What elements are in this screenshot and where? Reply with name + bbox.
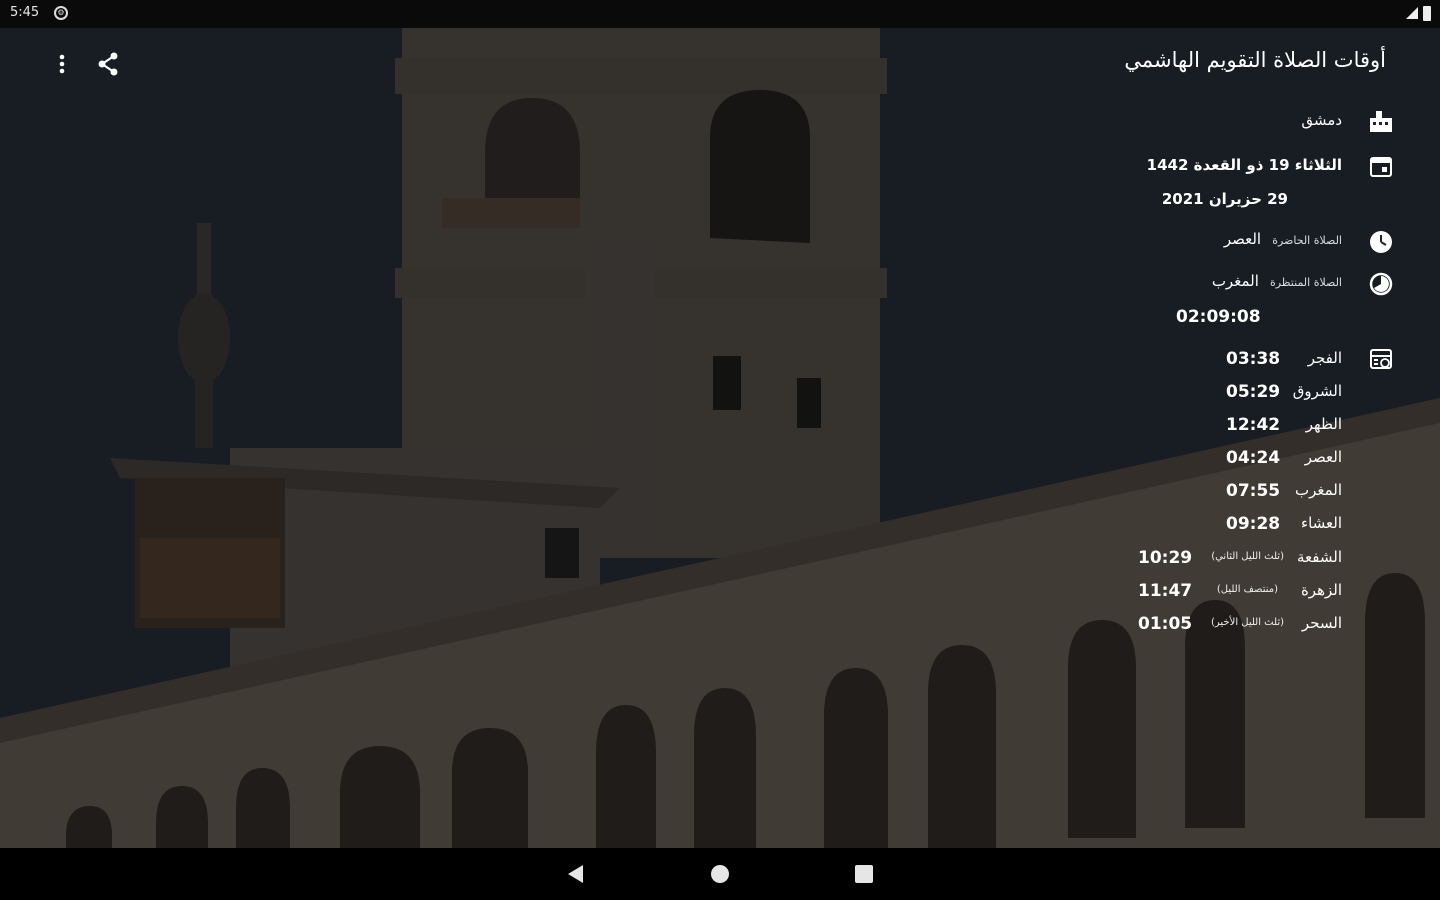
next-prayer-name: المغرب bbox=[1211, 272, 1259, 290]
current-prayer: الصلاة الحاضرة العصر bbox=[1224, 229, 1342, 248]
clock-icon bbox=[1370, 231, 1392, 253]
settings-icon: ⚙ bbox=[54, 6, 68, 20]
status-bar: 5:45 ⚙ bbox=[0, 0, 1440, 28]
app-title: أوقات الصلاة التقويم الهاشمي bbox=[1124, 48, 1386, 72]
prayer-note: (منتصف الليل) bbox=[1216, 584, 1278, 595]
share-icon[interactable] bbox=[94, 50, 122, 78]
hijri-date: الثلاثاء 19 ذو القعدة 1442 bbox=[1146, 156, 1342, 174]
countdown: 02:09:08 bbox=[1176, 307, 1261, 327]
back-icon[interactable] bbox=[565, 863, 585, 885]
more-vert-icon[interactable] bbox=[48, 50, 76, 78]
prayer-time: 01:05 bbox=[1138, 614, 1193, 634]
battery-icon bbox=[1423, 6, 1431, 21]
prayer-time: 09:28 bbox=[1226, 514, 1281, 534]
background-image bbox=[0, 28, 1440, 848]
prayer-name: الزهرة bbox=[1300, 581, 1342, 599]
prayer-name: الشروق bbox=[1292, 382, 1342, 400]
city-icon bbox=[1370, 111, 1392, 132]
signal-icon bbox=[1406, 7, 1418, 19]
timer-icon bbox=[1369, 272, 1393, 296]
prayer-time: 03:38 bbox=[1226, 349, 1281, 369]
prayer-time: 11:47 bbox=[1138, 581, 1193, 601]
prayer-name: العصر bbox=[1304, 448, 1342, 466]
prayer-name: الفجر bbox=[1307, 349, 1342, 367]
recents-icon[interactable] bbox=[855, 865, 873, 883]
city-name[interactable]: دمشق bbox=[1301, 111, 1342, 129]
gregorian-date: 29 حزيران 2021 bbox=[1161, 190, 1288, 208]
prayer-time: 10:29 bbox=[1138, 548, 1193, 568]
prayer-note: (ثلث الليل الأخير) bbox=[1211, 617, 1284, 628]
prayer-name: المغرب bbox=[1294, 481, 1342, 499]
prayer-time: 04:24 bbox=[1226, 448, 1281, 468]
prayer-name: الظهر bbox=[1305, 415, 1342, 433]
prayer-time: 07:55 bbox=[1226, 481, 1281, 501]
prayer-name: السحر bbox=[1301, 614, 1342, 632]
prayer-name: الشفعة bbox=[1297, 548, 1342, 566]
status-time: 5:45 bbox=[10, 5, 40, 20]
prayer-note: (ثلث الليل الثاني) bbox=[1211, 551, 1284, 562]
prayer-name: العشاء bbox=[1301, 514, 1342, 532]
prayer-time: 05:29 bbox=[1226, 382, 1281, 402]
schedule-icon bbox=[1370, 349, 1392, 369]
next-prayer-label: الصلاة المنتظرة bbox=[1269, 276, 1342, 289]
next-prayer: الصلاة المنتظرة المغرب bbox=[1212, 271, 1342, 290]
home-icon[interactable] bbox=[711, 865, 729, 883]
calendar-icon bbox=[1370, 157, 1392, 177]
prayer-time: 12:42 bbox=[1226, 415, 1281, 435]
navigation-bar bbox=[0, 848, 1440, 900]
current-prayer-name: العصر bbox=[1223, 230, 1262, 248]
current-prayer-label: الصلاة الحاضرة bbox=[1272, 234, 1342, 247]
